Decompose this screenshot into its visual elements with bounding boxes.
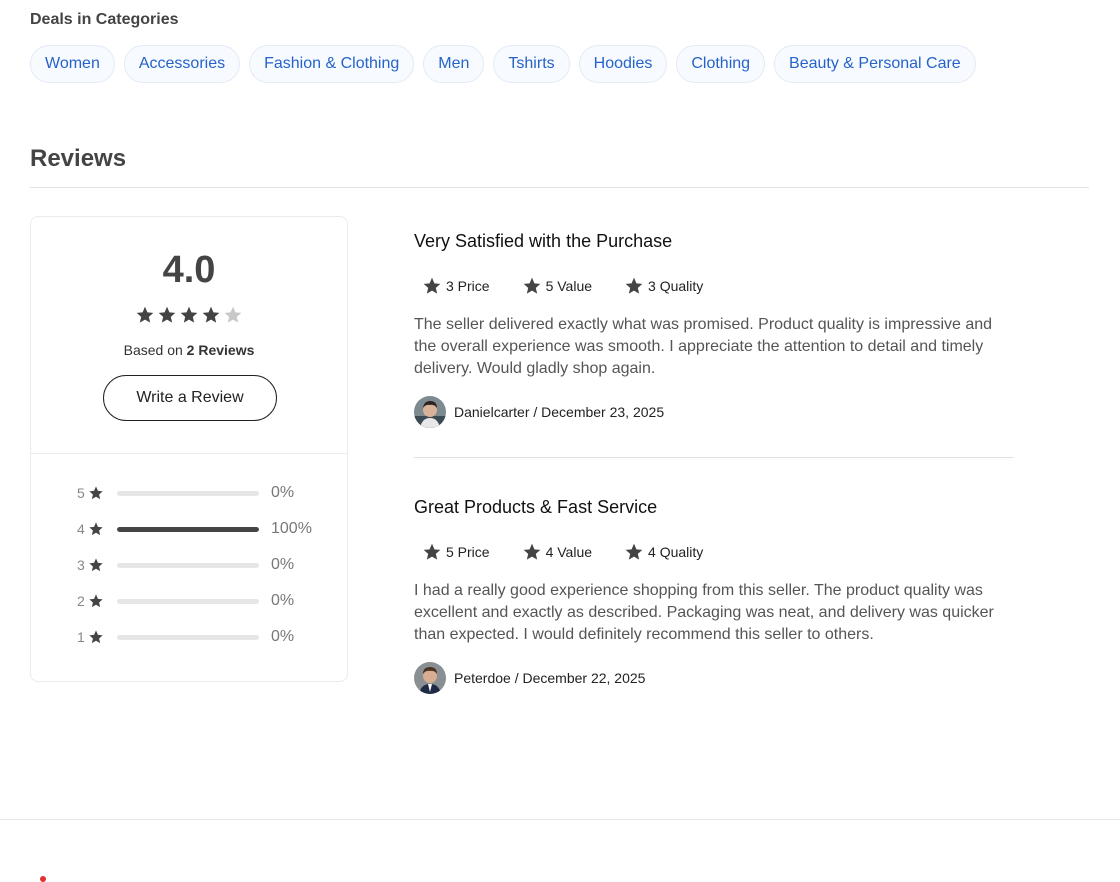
reviews-heading: Reviews bbox=[30, 145, 127, 172]
distribution-percent: 0% bbox=[271, 484, 295, 501]
star-icon bbox=[89, 558, 103, 572]
metric-quality: 4 Quality bbox=[624, 542, 703, 562]
metric-price: 3 Price bbox=[422, 276, 490, 296]
reviews-divider bbox=[30, 187, 1089, 188]
average-rating: 4.0 bbox=[162, 249, 216, 291]
star-icon bbox=[423, 543, 441, 560]
distribution-percent: 0% bbox=[271, 556, 295, 573]
avatar[interactable] bbox=[414, 396, 446, 428]
metric-label: 5 Price bbox=[446, 544, 490, 560]
distribution-star-count: 1 bbox=[77, 629, 85, 645]
star-icon bbox=[423, 277, 441, 294]
write-review-button[interactable]: Write a Review bbox=[103, 375, 277, 421]
metric-price: 5 Price bbox=[422, 542, 490, 562]
distribution-star-count: 3 bbox=[77, 557, 85, 573]
distribution-bar bbox=[117, 562, 259, 568]
metric-label: 4 Quality bbox=[648, 544, 704, 560]
review-author: Peterdoe / December 22, 2025 bbox=[414, 662, 1014, 694]
star-icon bbox=[89, 522, 103, 536]
metric-label: 3 Quality bbox=[648, 278, 704, 294]
distribution-bar bbox=[117, 634, 259, 640]
distribution-bar bbox=[117, 490, 259, 496]
distribution-star-count: 4 bbox=[77, 521, 85, 537]
deals-title: Deals in Categories bbox=[30, 11, 179, 28]
category-pill-accessories[interactable]: Accessories bbox=[123, 45, 241, 83]
distribution-row-3[interactable]: 3 0% bbox=[77, 555, 312, 575]
star-icon bbox=[523, 277, 540, 294]
review-author-date: Danielcarter / December 23, 2025 bbox=[454, 404, 665, 420]
review-item: Great Products & Fast Service 5 Price 4 … bbox=[414, 495, 1014, 694]
review-separator bbox=[414, 457, 1014, 458]
star-filled-icon bbox=[158, 306, 176, 323]
review-body: I had a really good experience shopping … bbox=[414, 582, 994, 643]
card-divider bbox=[31, 453, 347, 454]
review-title: Very Satisfied with the Purchase bbox=[414, 231, 673, 251]
category-pill-beauty-personal-care[interactable]: Beauty & Personal Care bbox=[774, 45, 976, 83]
average-rating-stars bbox=[31, 305, 347, 325]
footer-logo-mark bbox=[40, 876, 46, 882]
category-pill-women[interactable]: Women bbox=[30, 45, 115, 83]
star-icon bbox=[89, 594, 103, 608]
metric-label: 5 Value bbox=[545, 278, 593, 294]
avatar[interactable] bbox=[414, 662, 446, 694]
review-metrics: 3 Price 5 Value 3 Quality bbox=[422, 274, 1014, 298]
distribution-percent: 0% bbox=[271, 592, 295, 609]
review-author-date: Peterdoe / December 22, 2025 bbox=[454, 670, 646, 686]
star-icon bbox=[89, 486, 103, 500]
distribution-bar-fill bbox=[117, 526, 259, 532]
star-empty-icon bbox=[224, 306, 242, 323]
star-icon bbox=[89, 630, 103, 644]
review-author: Danielcarter / December 23, 2025 bbox=[414, 396, 1014, 428]
review-body: The seller delivered exactly what was pr… bbox=[414, 316, 993, 377]
review-item: Very Satisfied with the Purchase 3 Price… bbox=[414, 229, 1014, 428]
distribution-percent: 0% bbox=[271, 628, 295, 645]
distribution-star-count: 5 bbox=[77, 485, 85, 501]
review-title: Great Products & Fast Service bbox=[414, 497, 658, 517]
distribution-row-4[interactable]: 4 100% bbox=[77, 519, 312, 539]
distribution-row-1[interactable]: 1 0% bbox=[77, 627, 312, 647]
star-filled-icon bbox=[180, 306, 198, 323]
star-icon bbox=[523, 543, 540, 560]
based-on-text: Based on 2 Reviews bbox=[31, 342, 347, 358]
rating-distribution: 5 0% 4 100% 3 0% 2 0% 1 0% bbox=[77, 483, 312, 663]
metric-value: 4 Value bbox=[522, 542, 592, 562]
distribution-star-count: 2 bbox=[77, 593, 85, 609]
category-pill-tshirts[interactable]: Tshirts bbox=[493, 45, 570, 83]
category-list: Women Accessories Fashion & Clothing Men… bbox=[30, 45, 976, 83]
category-pill-fashion-clothing[interactable]: Fashion & Clothing bbox=[249, 45, 415, 83]
metric-label: 3 Price bbox=[446, 278, 490, 294]
distribution-bar bbox=[117, 598, 259, 604]
footer-divider bbox=[0, 819, 1120, 820]
star-filled-icon bbox=[136, 306, 154, 323]
star-filled-icon bbox=[202, 306, 220, 323]
distribution-row-2[interactable]: 2 0% bbox=[77, 591, 312, 611]
based-on-prefix: Based on bbox=[123, 342, 183, 358]
category-pill-men[interactable]: Men bbox=[423, 45, 485, 83]
distribution-percent: 100% bbox=[271, 520, 312, 537]
distribution-bar bbox=[117, 526, 259, 532]
review-count: 2 Reviews bbox=[186, 342, 255, 358]
category-pill-hoodies[interactable]: Hoodies bbox=[578, 45, 668, 83]
distribution-row-5[interactable]: 5 0% bbox=[77, 483, 312, 503]
metric-label: 4 Value bbox=[545, 544, 593, 560]
star-icon bbox=[625, 543, 643, 560]
category-pill-clothing[interactable]: Clothing bbox=[676, 45, 766, 83]
metric-quality: 3 Quality bbox=[624, 276, 703, 296]
review-metrics: 5 Price 4 Value 4 Quality bbox=[422, 540, 1014, 564]
rating-summary-card: 4.0 Based on 2 Reviews Write a Review 5 … bbox=[30, 216, 348, 682]
star-icon bbox=[625, 277, 643, 294]
metric-value: 5 Value bbox=[522, 276, 592, 296]
